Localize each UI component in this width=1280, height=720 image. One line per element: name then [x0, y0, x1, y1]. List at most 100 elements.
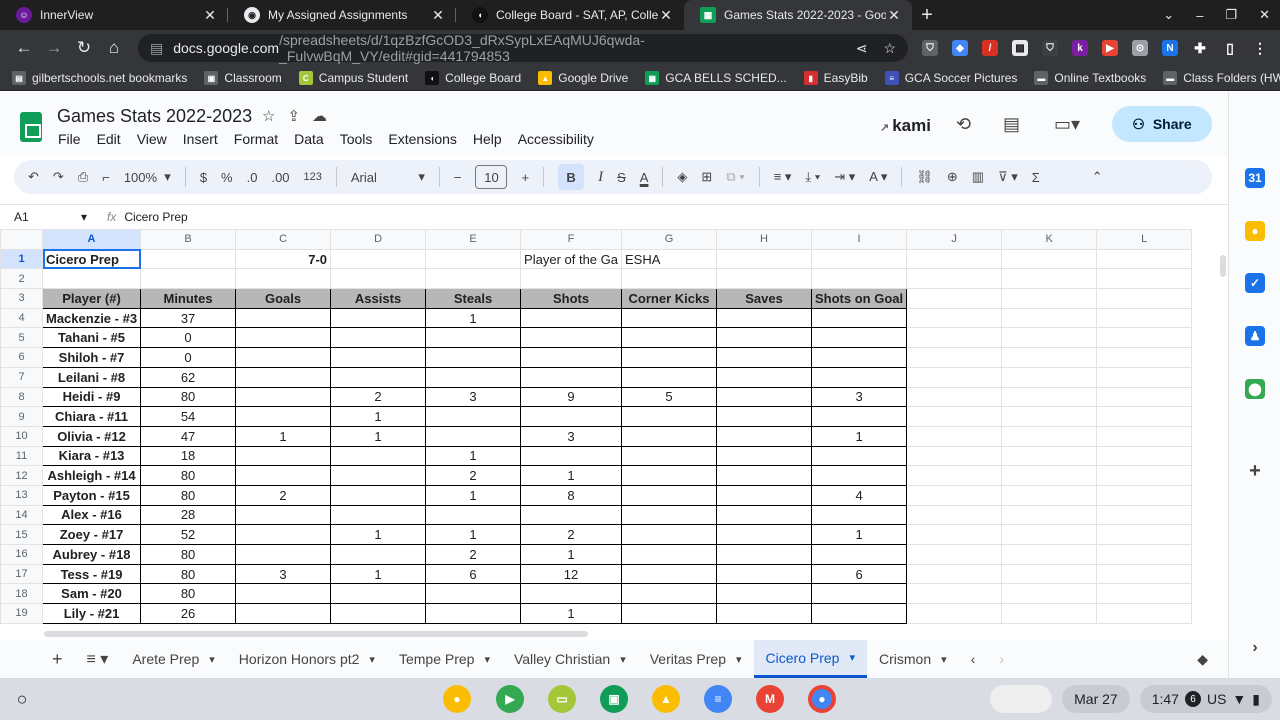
stat-cell[interactable]: 1: [425, 524, 522, 545]
player-name-cell[interactable]: Payton - #15: [41, 484, 142, 506]
scroll-thumb[interactable]: [1220, 255, 1226, 277]
contacts-icon[interactable]: ♟: [1245, 326, 1265, 346]
cell[interactable]: [330, 268, 427, 290]
cell[interactable]: [906, 544, 1003, 565]
player-name-cell[interactable]: Chiara - #11: [41, 406, 142, 427]
stat-cell[interactable]: 5: [621, 386, 717, 408]
side-panel-icon[interactable]: ▯: [1222, 40, 1238, 56]
new-tab-button[interactable]: +: [912, 0, 942, 30]
extension-icon[interactable]: ◆: [952, 40, 968, 56]
stat-cell[interactable]: 3: [425, 386, 522, 408]
row-header[interactable]: 8: [0, 386, 43, 408]
stat-cell[interactable]: 1: [810, 425, 908, 447]
formula-input[interactable]: Cicero Prep: [124, 210, 187, 224]
classroom-app-icon[interactable]: ▭: [548, 685, 576, 713]
stat-cell[interactable]: [235, 524, 332, 545]
stat-cell[interactable]: [235, 386, 332, 408]
cell[interactable]: [1096, 386, 1193, 408]
clock-pill[interactable]: 1:47 6 US ▼ ▮: [1139, 685, 1272, 713]
bookmark-item[interactable]: ▣ Classroom: [204, 71, 282, 85]
cell[interactable]: [1001, 524, 1098, 545]
stat-cell[interactable]: 80: [140, 386, 237, 408]
column-title[interactable]: Shots on Goal: [810, 288, 908, 309]
column-title[interactable]: Player (#): [41, 288, 142, 309]
row-header[interactable]: 5: [0, 327, 43, 349]
stat-cell[interactable]: 1: [330, 425, 427, 447]
stat-cell[interactable]: [621, 484, 717, 506]
cell[interactable]: [906, 307, 1003, 329]
cell[interactable]: [906, 406, 1003, 427]
stat-cell[interactable]: 80: [140, 465, 237, 486]
menu-data[interactable]: Data: [294, 131, 324, 147]
stat-cell[interactable]: [520, 347, 622, 368]
hide-side-panel-icon[interactable]: ›: [1245, 638, 1265, 658]
stat-cell[interactable]: [425, 406, 522, 427]
cell[interactable]: [906, 465, 1003, 486]
column-title[interactable]: Goals: [235, 288, 332, 309]
player-name-cell[interactable]: Tess - #19: [41, 563, 142, 585]
stat-cell[interactable]: [330, 327, 427, 349]
cell[interactable]: [906, 445, 1003, 467]
cell[interactable]: [1001, 465, 1098, 486]
cell[interactable]: [1096, 583, 1193, 605]
stat-cell[interactable]: [330, 445, 427, 467]
row-header[interactable]: 19: [0, 603, 43, 624]
bookmark-item[interactable]: ▬ Class Folders (HW): [1163, 71, 1280, 85]
cell[interactable]: [1096, 603, 1193, 624]
column-header[interactable]: D: [330, 229, 427, 250]
cell[interactable]: [1001, 425, 1098, 447]
text-wrapping-icon[interactable]: ⇥ ▾: [834, 169, 855, 185]
row-header[interactable]: 11: [0, 445, 43, 467]
stat-cell[interactable]: 0: [140, 327, 237, 349]
player-name-cell[interactable]: Zoey - #17: [41, 524, 142, 545]
calendar-icon[interactable]: 31: [1245, 168, 1265, 188]
cell[interactable]: [1096, 524, 1193, 545]
font-select[interactable]: Arial ▾: [351, 169, 425, 185]
explore-icon[interactable]: ◆: [1185, 640, 1220, 678]
cell[interactable]: [1096, 504, 1193, 526]
sheet-tab[interactable]: Valley Christian ▾: [502, 640, 638, 678]
stat-cell[interactable]: 1: [425, 484, 522, 506]
stat-cell[interactable]: 54: [140, 406, 237, 427]
menu-edit[interactable]: Edit: [97, 131, 121, 147]
minimize-icon[interactable]: –: [1196, 8, 1203, 23]
sheet-tab-active[interactable]: Cicero Prep ▾: [753, 640, 867, 678]
player-name-cell[interactable]: Alex - #16: [41, 504, 142, 526]
cell[interactable]: [906, 366, 1003, 388]
stat-cell[interactable]: [425, 603, 522, 624]
horizontal-align-icon[interactable]: ≡ ▾: [774, 169, 792, 185]
stat-cell[interactable]: [716, 583, 812, 605]
stat-cell[interactable]: [810, 366, 908, 388]
stat-cell[interactable]: [716, 504, 812, 526]
cell[interactable]: [425, 248, 522, 270]
stat-cell[interactable]: [621, 563, 717, 585]
browser-tab[interactable]: ☺ InnerView ✕: [0, 0, 228, 30]
chevron-down-icon[interactable]: ▾: [209, 653, 215, 666]
stat-cell[interactable]: 37: [140, 307, 237, 329]
star-icon[interactable]: ☆: [262, 107, 275, 125]
undo-icon[interactable]: ↶: [28, 169, 39, 185]
stat-cell[interactable]: [716, 524, 812, 545]
text-rotation-icon[interactable]: A ▾: [869, 169, 887, 185]
stat-cell[interactable]: 26: [140, 603, 237, 624]
stat-cell[interactable]: 8: [520, 484, 622, 506]
extension-icon[interactable]: ⊙: [1132, 40, 1148, 56]
more-formats-button[interactable]: 123: [304, 171, 322, 183]
stat-cell[interactable]: [235, 504, 332, 526]
stat-cell[interactable]: [810, 465, 908, 486]
stat-cell[interactable]: 1: [520, 465, 622, 486]
drive-app-icon[interactable]: ▲: [652, 685, 680, 713]
stat-cell[interactable]: [235, 366, 332, 388]
stat-cell[interactable]: [621, 366, 717, 388]
stat-cell[interactable]: [621, 327, 717, 349]
stat-cell[interactable]: [520, 504, 622, 526]
stat-cell[interactable]: 1: [520, 544, 622, 565]
docs-app-icon[interactable]: ≡: [704, 685, 732, 713]
column-title[interactable]: Minutes: [140, 288, 237, 309]
stat-cell[interactable]: [520, 366, 622, 388]
stat-cell[interactable]: [716, 366, 812, 388]
cell-f1-label[interactable]: Player of the Ga: [520, 248, 622, 270]
stat-cell[interactable]: 1: [330, 406, 427, 427]
italic-button[interactable]: I: [598, 169, 603, 186]
stat-cell[interactable]: 3: [235, 563, 332, 585]
